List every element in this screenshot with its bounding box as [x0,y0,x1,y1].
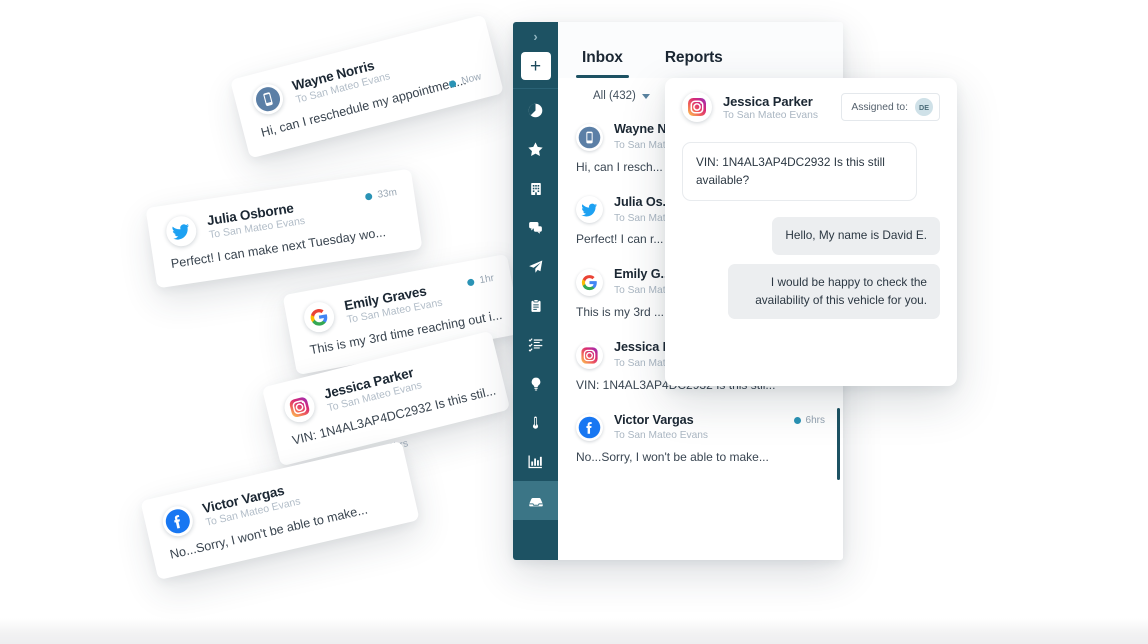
chat-header: Jessica Parker To San Mateo Evans Assign… [682,92,940,122]
lightbulb-icon [528,376,544,392]
inbox-scrollbar[interactable] [837,408,840,560]
timestamp: 33m [377,187,398,201]
clipboard-icon [528,298,544,314]
filter-label: All (432) [593,90,636,102]
chat-contact-recipient: To San Mateo Evans [723,110,841,121]
facebook-icon [576,414,603,441]
conversation-meta: 6hrs [794,415,825,426]
sidebar-item-reports[interactable] [513,442,558,481]
building-icon [528,181,544,197]
message-bubble-outgoing: Hello, My name is David E. [772,217,940,255]
chevron-right-icon[interactable]: › [513,22,558,50]
chat-contact-identity: Jessica Parker To San Mateo Evans [723,94,841,121]
message-row-outgoing: I would be happy to check the availabili… [682,264,940,319]
floating-card-meta: 1hr [466,273,495,289]
contact-name: Victor Vargas [614,413,794,429]
twitter-icon [164,214,198,248]
unread-dot [466,278,474,286]
scrollbar-thumb[interactable] [837,408,840,480]
chat-panel: Jessica Parker To San Mateo Evans Assign… [665,78,957,386]
conversation-header: Victor Vargas To San Mateo Evans 6hrs [576,413,825,444]
message-bubble-outgoing: I would be happy to check the availabili… [728,264,940,319]
sms-icon [576,124,603,151]
sidebar-item-inbox[interactable] [513,481,558,520]
sidebar-item-insights[interactable] [513,364,558,403]
inbox-tray-icon [527,492,545,510]
sidebar-item-dealership[interactable] [513,169,558,208]
chat-contact-name: Jessica Parker [723,94,841,109]
floating-card-julia[interactable]: Julia Osborne To San Mateo Evans 33m Per… [145,169,422,289]
chat-bubbles-icon [527,219,544,236]
add-button[interactable]: + [521,52,551,80]
caret-down-icon [642,94,650,99]
unread-dot [448,80,457,89]
message-thread: VIN: 1N4AL3AP4DC2932 Is this still avail… [682,142,940,319]
facebook-icon [160,503,196,539]
sidebar-item-campaigns[interactable] [513,247,558,286]
sidebar: › + [513,22,558,560]
paper-plane-icon [527,258,544,275]
message-preview: No...Sorry, I won't be able to make... [576,450,825,464]
unread-dot [364,193,372,201]
sidebar-item-tasks[interactable] [513,286,558,325]
sidebar-item-favorites[interactable] [513,130,558,169]
conversation-identity: Victor Vargas To San Mateo Evans [614,413,794,444]
assigned-to-control[interactable]: Assigned to: DE [841,93,940,121]
contact-recipient: To San Mateo Evans [614,429,794,443]
page-bottom-band [0,618,1148,644]
message-bubble-incoming: VIN: 1N4AL3AP4DC2932 Is this still avail… [682,142,917,201]
google-icon [302,300,337,335]
assigned-to-label: Assigned to: [851,102,908,113]
twitter-icon [576,196,603,223]
dashboard-gauge-icon [527,102,544,119]
sidebar-item-messages[interactable] [513,208,558,247]
star-icon [527,141,544,158]
sidebar-nav [513,91,558,520]
sidebar-item-dashboard[interactable] [513,91,558,130]
conversation-row-victor[interactable]: Victor Vargas To San Mateo Evans 6hrs No… [558,403,843,476]
message-row-outgoing: Hello, My name is David E. [682,217,940,255]
avatar: DE [915,98,933,116]
instagram-icon [281,389,317,425]
sidebar-item-lists[interactable] [513,325,558,364]
sidebar-divider [513,88,558,89]
filter-dropdown[interactable]: All (432) [593,90,650,102]
tab-reports[interactable]: Reports [659,49,729,78]
screenshot-root: Wayne Norris To San Mateo Evans Hi, can … [0,0,1148,644]
floating-card-meta: 33m [364,187,398,203]
checklist-icon [527,336,544,353]
sidebar-item-leads[interactable] [513,403,558,442]
tab-inbox[interactable]: Inbox [576,49,629,78]
google-icon [576,269,603,296]
instagram-icon [576,342,603,369]
floating-card-wayne[interactable]: Wayne Norris To San Mateo Evans Hi, can … [230,14,504,158]
timestamp: 6hrs [806,415,825,426]
thermometer-icon [528,415,543,430]
sms-icon [250,81,287,118]
timestamp: 1hr [479,273,495,286]
unread-dot [794,417,801,424]
tab-bar: Inbox Reports [558,22,843,78]
instagram-icon [682,92,712,122]
bar-chart-icon [527,453,544,470]
